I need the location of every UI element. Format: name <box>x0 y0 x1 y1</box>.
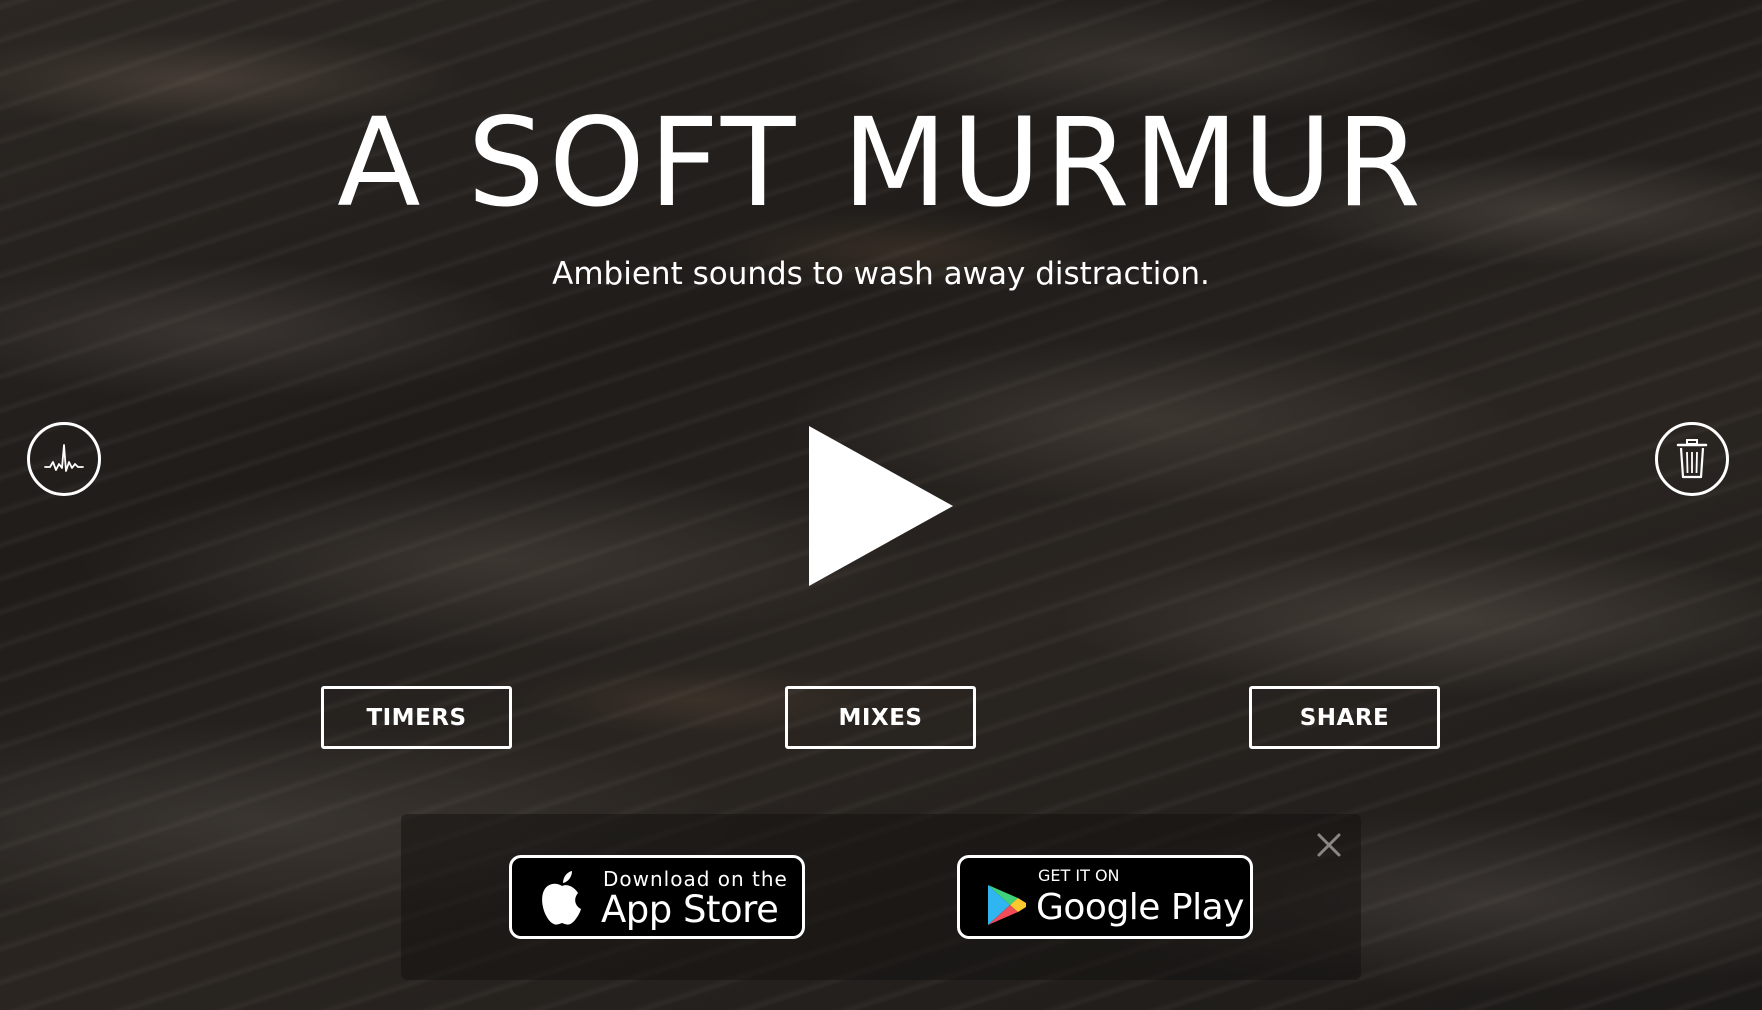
app-store-badge[interactable]: Download on the App Store <box>509 855 805 939</box>
trash-button[interactable] <box>1655 422 1729 496</box>
app-store-label: App Store <box>601 888 779 931</box>
page-title: A SOFT MURMUR <box>337 92 1425 234</box>
timers-button[interactable]: TIMERS <box>321 686 512 749</box>
waveform-button[interactable] <box>27 422 101 496</box>
google-play-label: Google Play <box>1036 887 1244 928</box>
play-button[interactable] <box>800 424 960 588</box>
waveform-icon <box>44 444 84 472</box>
share-button[interactable]: SHARE <box>1249 686 1440 749</box>
google-play-icon <box>988 885 1026 925</box>
play-icon <box>809 426 953 586</box>
page: A SOFT MURMUR Ambient sounds to wash awa… <box>0 0 1762 1010</box>
google-play-badge[interactable]: GET IT ON Google Play <box>957 855 1253 939</box>
trash-icon <box>1676 439 1708 479</box>
page-subtitle: Ambient sounds to wash away distraction. <box>552 256 1210 292</box>
google-play-small-text: GET IT ON <box>1038 866 1120 885</box>
mixes-button[interactable]: MIXES <box>785 686 976 749</box>
close-banner-button[interactable] <box>1312 828 1346 862</box>
close-icon <box>1317 833 1341 857</box>
apple-icon <box>542 871 581 925</box>
